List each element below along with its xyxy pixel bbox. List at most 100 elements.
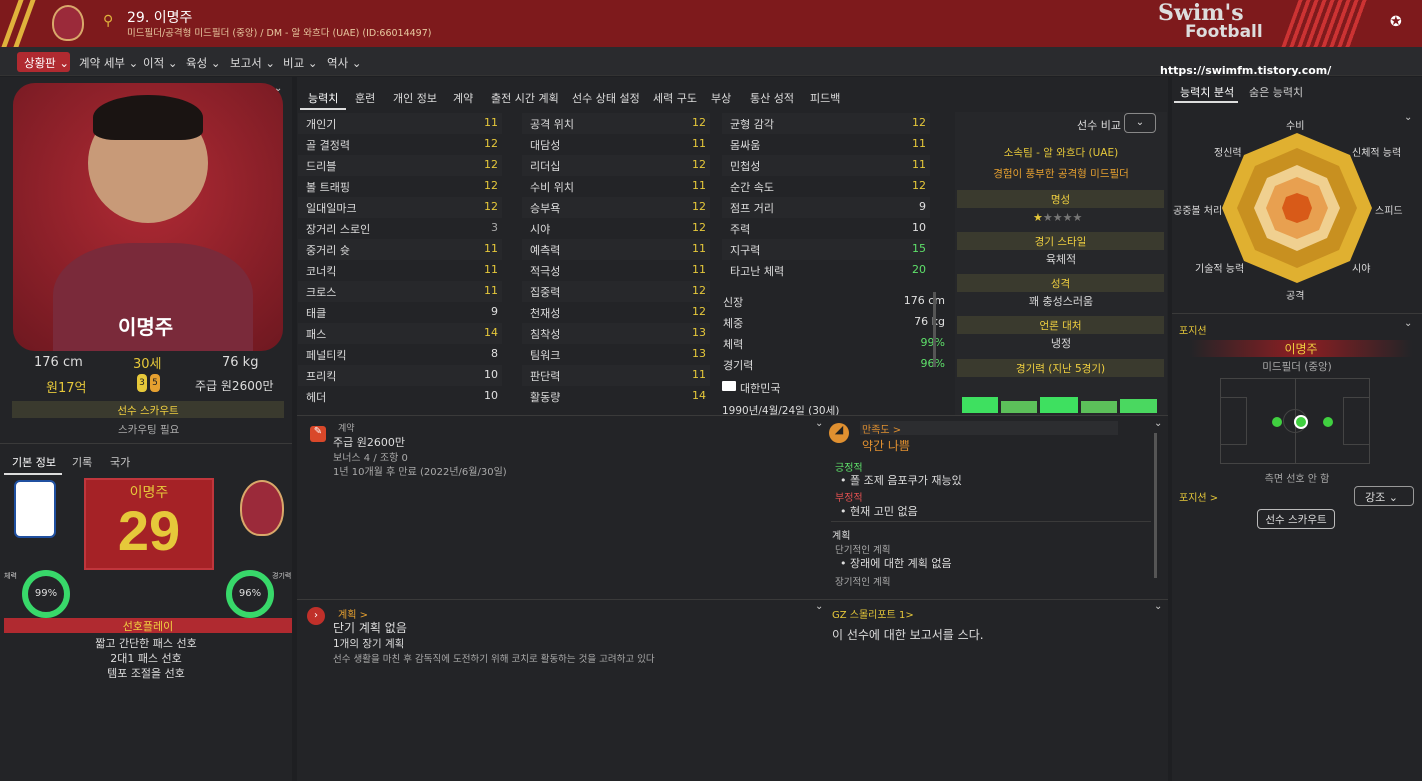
attribute-value: 9 <box>491 305 498 318</box>
attribute-row: 균형 감각 12 <box>722 113 930 134</box>
scout-button[interactable]: 선수 스카우트 <box>12 401 284 418</box>
radar-label: 신체적 능력 <box>1352 148 1402 159</box>
tab-playing-time[interactable]: 출전 시간 계획 <box>491 90 559 106</box>
compare-label: 선수 비교 <box>1077 119 1121 132</box>
attribute-value: 12 <box>692 221 706 234</box>
tab-contract[interactable]: 계약 <box>453 90 473 106</box>
sharpness-ring: 96% <box>226 570 274 618</box>
attribute-name: 헤더 <box>306 391 327 404</box>
nav-item-compare[interactable]: 비교 ⌄ <box>283 55 317 71</box>
attribute-value: 14 <box>692 389 706 402</box>
tab-training[interactable]: 훈련 <box>355 90 375 106</box>
chevron-down-icon[interactable]: ⌄ <box>274 83 282 94</box>
tab-underline <box>4 473 62 475</box>
nav-item-development[interactable]: 육성 ⌄ <box>186 55 220 71</box>
attribute-name: 민첩성 <box>730 160 761 173</box>
radar-core <box>1282 193 1312 223</box>
nav-item-reports[interactable]: 보고서 ⌄ <box>230 55 275 71</box>
korea-flag-icon <box>722 381 736 391</box>
settings-icon[interactable]: ✪ <box>1390 14 1402 30</box>
attribute-row: 침착성 13 <box>522 323 710 344</box>
nav-item-overview[interactable]: 상황판 ⌄ <box>24 55 69 71</box>
player-subtitle: 미드필더/공격형 미드필더 (중앙) / DM - 알 와흐다 (UAE) (I… <box>127 28 432 39</box>
tab-career[interactable]: 통산 성적 <box>750 90 794 106</box>
attribute-name: 침착성 <box>530 328 561 341</box>
negative-item: • 현재 고민 없음 <box>840 505 918 518</box>
attribute-value: 12 <box>484 200 498 213</box>
chevron-down-icon[interactable]: ⌄ <box>1404 112 1412 123</box>
attribute-row: 시야 12 <box>522 218 710 239</box>
tab-dynamics[interactable]: 세력 구도 <box>653 90 697 106</box>
attribute-value: 11 <box>484 284 498 297</box>
attribute-name: 볼 트래핑 <box>306 181 350 194</box>
info-label: 경기력 <box>723 359 754 372</box>
tab-basic-info[interactable]: 기본 정보 <box>12 454 56 470</box>
transfer-value: 원17억 <box>46 381 87 396</box>
title-bar: ⚲ 29. 이명주 미드필더/공격형 미드필더 (중앙) / DM - 알 와흐… <box>0 0 1422 47</box>
tab-injury[interactable]: 부상 <box>711 90 731 106</box>
attribute-name: 균형 감각 <box>730 118 774 131</box>
tab-attribute-analysis[interactable]: 능력치 분석 <box>1180 84 1234 100</box>
strength-dropdown[interactable]: 강조 ⌄ <box>1354 486 1414 506</box>
chevron-down-icon[interactable]: ⌄ <box>815 601 823 612</box>
attribute-name: 주력 <box>730 223 751 236</box>
happiness-title[interactable]: 만족도 > <box>862 421 901 436</box>
radar-label: 공중볼 처리 <box>1173 206 1223 217</box>
chevron-down-icon[interactable]: ⌄ <box>1154 418 1162 429</box>
form-bar <box>1001 401 1037 413</box>
contract-icon: ✎ <box>310 426 326 442</box>
compare-dropdown[interactable]: ⌄ <box>1124 113 1156 133</box>
info-value: 99% <box>895 336 945 349</box>
attribute-row: 판단력 11 <box>522 365 710 386</box>
tab-records[interactable]: 기록 <box>72 454 92 470</box>
attribute-name: 예측력 <box>530 244 561 257</box>
wage-value: 주급 원2600만 <box>195 379 274 393</box>
tab-personal[interactable]: 개인 정보 <box>393 90 437 106</box>
tab-nation[interactable]: 국가 <box>110 454 130 470</box>
position-title-2[interactable]: 포지션 > <box>1179 489 1218 504</box>
attribute-row: 중거리 슛 11 <box>298 239 502 260</box>
attribute-name: 중거리 슛 <box>306 244 350 257</box>
attribute-name: 천재성 <box>530 307 561 320</box>
attribute-row: 주력 10 <box>722 218 930 239</box>
scrollbar[interactable] <box>1154 433 1157 578</box>
attribute-name: 수비 위치 <box>530 181 574 194</box>
radar-label: 시야 <box>1352 264 1371 275</box>
tab-hidden-attributes[interactable]: 숨은 능력치 <box>1249 84 1303 100</box>
attribute-name: 점프 거리 <box>730 202 774 215</box>
search-icon[interactable]: ⚲ <box>103 13 113 29</box>
position-dot <box>1323 417 1333 427</box>
scout-button-right[interactable]: 선수 스카우트 <box>1257 509 1335 529</box>
stripe-decoration <box>1281 0 1369 47</box>
attribute-value: 12 <box>692 200 706 213</box>
nav-item-history[interactable]: 역사 ⌄ <box>327 55 361 71</box>
report-title[interactable]: GZ 스몰리포트 1> <box>832 606 914 621</box>
club-crest-icon[interactable] <box>52 5 84 41</box>
tab-attributes[interactable]: 능력치 <box>308 90 338 106</box>
attribute-value: 11 <box>912 158 926 171</box>
attribute-row: 민첩성 11 <box>722 155 930 176</box>
nav-item-contract[interactable]: 계약 세부 ⌄ <box>79 55 138 71</box>
short-plan-item: • 장래에 대한 계획 없음 <box>840 557 952 570</box>
media-value: 냉정 <box>1050 337 1072 350</box>
player-photo: 이명주 <box>13 83 283 351</box>
nav-item-transfer[interactable]: 이적 ⌄ <box>143 55 177 71</box>
attribute-value: 20 <box>912 263 926 276</box>
chevron-down-icon[interactable]: ⌄ <box>1154 601 1162 612</box>
attribute-value: 14 <box>484 326 498 339</box>
attribute-value: 12 <box>692 116 706 129</box>
tab-feedback[interactable]: 피드백 <box>810 90 840 106</box>
form-bar <box>962 397 998 413</box>
attribute-name: 코너킥 <box>306 265 337 278</box>
chevron-down-icon[interactable]: ⌄ <box>1404 318 1412 329</box>
plans-icon: › <box>307 607 325 625</box>
club-crest-icon <box>240 480 284 536</box>
attribute-value: 13 <box>692 347 706 360</box>
tab-status[interactable]: 선수 상태 설정 <box>572 90 640 106</box>
shirt-number: 29 <box>117 499 181 562</box>
short-plan-label: 단기적인 계획 <box>835 545 891 556</box>
attribute-row: 프리킥 10 <box>298 365 502 386</box>
chevron-down-icon[interactable]: ⌄ <box>815 418 823 429</box>
attribute-name: 집중력 <box>530 286 561 299</box>
scrollbar[interactable] <box>933 292 936 367</box>
